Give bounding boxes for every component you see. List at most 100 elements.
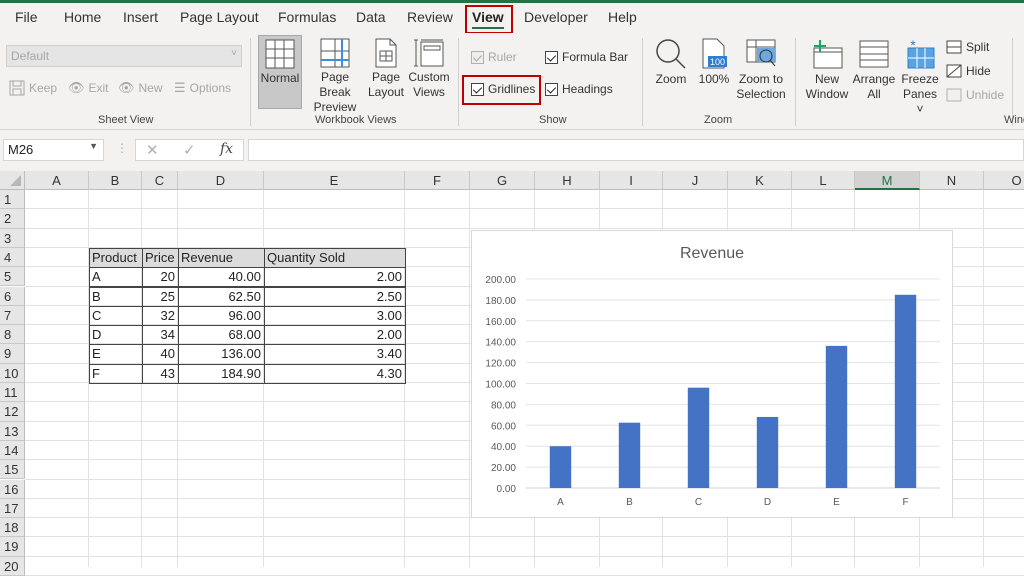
table-cell[interactable]: 43 [142, 364, 178, 383]
column-header-l[interactable]: L [792, 171, 855, 190]
tab-file[interactable]: File [15, 9, 38, 25]
row-header-15[interactable]: 15 [0, 460, 25, 480]
column-header-b[interactable]: B [89, 171, 142, 190]
formula-input[interactable] [248, 139, 1024, 161]
ruler-checkbox[interactable]: Ruler [471, 50, 517, 64]
table-cell[interactable]: F [89, 364, 142, 383]
row-header-11[interactable]: 11 [0, 383, 25, 403]
tab-data[interactable]: Data [356, 9, 386, 25]
tab-home[interactable]: Home [64, 9, 101, 25]
unhide-button[interactable]: Unhide [946, 88, 1004, 102]
column-header-j[interactable]: J [663, 171, 728, 190]
row-header-1[interactable]: 1 [0, 190, 25, 210]
column-header-e[interactable]: E [264, 171, 405, 190]
row-header-20[interactable]: 20 [0, 556, 25, 576]
zoom-to-selection-button[interactable]: Zoom to Selection [734, 38, 788, 102]
split-button[interactable]: Split [946, 40, 989, 54]
table-cell[interactable]: 96.00 [178, 306, 264, 325]
revenue-chart[interactable]: Revenue 0.00 20.00 40.00 60.00 80.00 100.00 12… [471, 230, 953, 518]
table-cell[interactable]: E [89, 344, 142, 363]
table-cell[interactable]: 40.00 [178, 267, 264, 286]
drag-handle-icon[interactable]: ⋮ [116, 141, 128, 155]
tab-insert[interactable]: Insert [123, 9, 158, 25]
exit-button[interactable]: 👁 Exit [68, 80, 109, 96]
table-cell[interactable]: 62.50 [178, 287, 264, 306]
row-header-8[interactable]: 8 [0, 325, 25, 345]
table-cell[interactable]: 3.00 [264, 306, 405, 325]
tab-review[interactable]: Review [407, 9, 453, 25]
tab-developer[interactable]: Developer [524, 9, 588, 25]
page-break-preview-button[interactable]: Page Break Preview [304, 38, 366, 115]
row-header-10[interactable]: 10 [0, 363, 25, 383]
row-header-12[interactable]: 12 [0, 402, 25, 422]
row-header-9[interactable]: 9 [0, 344, 25, 364]
freeze-panes-button[interactable]: * Freeze Panes ˅ [898, 38, 942, 117]
table-cell[interactable]: 184.90 [178, 364, 264, 383]
column-header-a[interactable]: A [25, 171, 89, 190]
row-header-4[interactable]: 4 [0, 247, 25, 268]
new-window-button[interactable]: New Window [804, 38, 850, 102]
table-cell[interactable]: 2.00 [264, 325, 405, 344]
row-header-14[interactable]: 14 [0, 440, 25, 461]
table-header-cell[interactable]: Quantity Sold [264, 248, 405, 267]
zoom-100-button[interactable]: 100 100% [696, 38, 732, 87]
row-header-2[interactable]: 2 [0, 209, 25, 229]
new-view-button[interactable]: 👁 New [118, 80, 163, 96]
table-header-cell[interactable]: Price [142, 248, 178, 267]
table-cell[interactable]: A [89, 267, 142, 286]
keep-button[interactable]: Keep [9, 80, 57, 96]
hide-button[interactable]: Hide [946, 64, 991, 78]
row-header-18[interactable]: 18 [0, 518, 25, 538]
table-header-cell[interactable]: Revenue [178, 248, 264, 267]
column-header-d[interactable]: D [178, 171, 264, 190]
row-header-5[interactable]: 5 [0, 267, 25, 287]
headings-checkbox[interactable]: Headings [545, 82, 613, 96]
sheet-view-dropdown[interactable]: Default ˅ [6, 45, 242, 67]
column-header-n[interactable]: N [920, 171, 984, 190]
table-cell[interactable]: D [89, 325, 142, 344]
column-header-o[interactable]: O [984, 171, 1024, 190]
arrange-all-button[interactable]: Arrange All [851, 38, 897, 102]
table-cell[interactable]: 34 [142, 325, 178, 344]
table-cell[interactable]: 2.50 [264, 287, 405, 306]
column-header-f[interactable]: F [405, 171, 470, 190]
row-header-16[interactable]: 16 [0, 479, 25, 499]
bar-e[interactable] [825, 345, 848, 488]
enter-icon[interactable]: ✓ [183, 141, 196, 159]
column-header-g[interactable]: G [470, 171, 535, 190]
table-cell[interactable]: 40 [142, 344, 178, 363]
page-layout-view-button[interactable]: Page Layout [367, 38, 405, 100]
cancel-icon[interactable]: ✕ [146, 141, 159, 159]
row-header-17[interactable]: 17 [0, 498, 25, 519]
tab-formulas[interactable]: Formulas [278, 9, 336, 25]
bar-f[interactable] [894, 294, 917, 488]
options-button[interactable]: ☰ Options [174, 80, 231, 96]
row-header-13[interactable]: 13 [0, 421, 25, 441]
bar-c[interactable] [687, 387, 710, 488]
zoom-button[interactable]: Zoom [651, 38, 691, 87]
row-header-19[interactable]: 19 [0, 537, 25, 557]
bar-b[interactable] [618, 422, 641, 488]
tab-page-layout[interactable]: Page Layout [180, 9, 259, 25]
table-cell[interactable]: 4.30 [264, 364, 405, 383]
row-header-6[interactable]: 6 [0, 286, 25, 306]
tab-help[interactable]: Help [608, 9, 637, 25]
table-cell[interactable]: B [89, 287, 142, 306]
select-all-button[interactable] [0, 171, 25, 190]
table-cell[interactable]: C [89, 306, 142, 325]
custom-views-button[interactable]: Custom Views [406, 38, 452, 100]
table-cell[interactable]: 2.00 [264, 267, 405, 286]
table-cell[interactable]: 136.00 [178, 344, 264, 363]
table-cell[interactable]: 68.00 [178, 325, 264, 344]
bar-a[interactable] [549, 446, 572, 488]
table-cell[interactable]: 3.40 [264, 344, 405, 363]
column-header-k[interactable]: K [728, 171, 792, 190]
bar-d[interactable] [756, 416, 779, 488]
normal-view-button[interactable]: Normal [258, 35, 302, 109]
row-header-7[interactable]: 7 [0, 305, 25, 326]
name-box[interactable]: M26 ▼ [3, 139, 104, 161]
table-cell[interactable]: 20 [142, 267, 178, 286]
insert-function-icon[interactable]: fx [220, 141, 233, 157]
row-header-3[interactable]: 3 [0, 228, 25, 248]
table-cell[interactable]: 25 [142, 287, 178, 306]
